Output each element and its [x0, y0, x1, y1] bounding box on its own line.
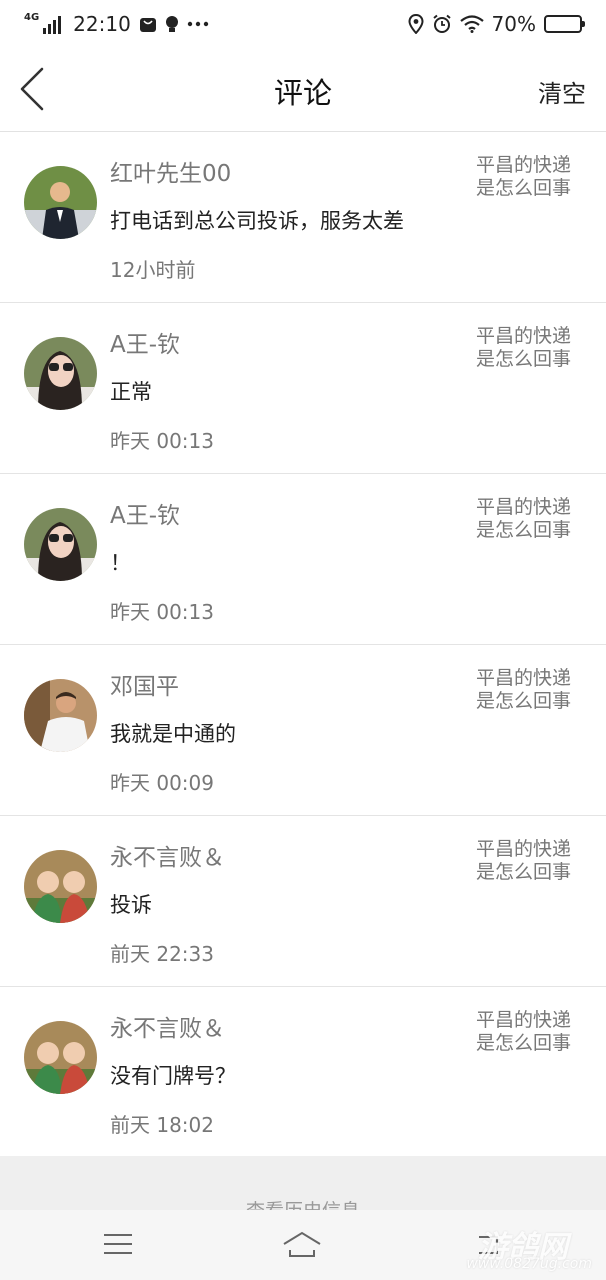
comment-list: 红叶先生00 打电话到总公司投诉，服务太差 12小时前 平昌的快递 是怎么回事 A… — [0, 132, 606, 1158]
post-title-line: 平昌的快递 — [476, 667, 572, 689]
home-icon — [283, 1231, 321, 1257]
comment-author[interactable]: 邓国平 — [110, 667, 179, 701]
more-dots-icon — [187, 21, 209, 27]
post-title[interactable]: 平昌的快递 是怎么回事 — [476, 496, 578, 542]
comment-text: 正常 — [110, 380, 152, 404]
avatar[interactable] — [24, 508, 97, 581]
comment-text: 没有门牌号？ — [110, 1064, 236, 1088]
post-title[interactable]: 平昌的快递 是怎么回事 — [476, 325, 578, 371]
network-type: 4G — [24, 12, 40, 23]
nav-menu-button[interactable] — [98, 1228, 138, 1260]
watermark-url: www.0827ug.com — [466, 1256, 592, 1272]
post-title-line: 平昌的快递 — [476, 154, 572, 176]
comment-item[interactable]: 红叶先生00 打电话到总公司投诉，服务太差 12小时前 平昌的快递 是怎么回事 — [0, 132, 606, 303]
page-title: 评论 — [273, 76, 332, 110]
comment-author[interactable]: 红叶先生00 — [110, 154, 231, 188]
battery-percent: 70% — [491, 12, 536, 36]
menu-icon — [104, 1234, 132, 1254]
location-icon — [408, 14, 424, 34]
post-title[interactable]: 平昌的快递 是怎么回事 — [476, 838, 578, 884]
wifi-icon — [459, 15, 484, 33]
comment-time: 昨天 00:09 — [110, 771, 214, 795]
comment-time: 12小时前 — [110, 258, 196, 282]
bulb-icon — [165, 15, 179, 33]
post-title-line: 是怎么回事 — [476, 1032, 572, 1054]
status-right: 70% — [408, 12, 585, 36]
status-left: 4G 22:10 — [24, 12, 209, 36]
nav-home-button[interactable] — [282, 1228, 322, 1260]
signal-icon — [43, 14, 62, 34]
avatar[interactable] — [24, 679, 97, 752]
post-title-line: 是怎么回事 — [476, 519, 572, 541]
comment-author[interactable]: 永不言败＆ — [110, 1009, 225, 1043]
comment-item[interactable]: A王-钦 ！ 昨天 00:13 平昌的快递 是怎么回事 — [0, 474, 606, 645]
post-title-line: 是怎么回事 — [476, 177, 572, 199]
view-history-label: 查看历史信息 — [0, 1196, 606, 1210]
comment-item[interactable]: 邓国平 我就是中通的 昨天 00:09 平昌的快递 是怎么回事 — [0, 645, 606, 816]
post-title-line: 是怎么回事 — [476, 861, 572, 883]
bag-icon — [139, 15, 157, 33]
comment-item[interactable]: 永不言败＆ 投诉 前天 22:33 平昌的快递 是怎么回事 — [0, 816, 606, 987]
avatar[interactable] — [24, 337, 97, 410]
comment-item[interactable]: 永不言败＆ 没有门牌号？ 前天 18:02 平昌的快递 是怎么回事 — [0, 987, 606, 1158]
comment-time: 前天 18:02 — [110, 1113, 214, 1137]
battery-icon — [544, 15, 585, 33]
post-title[interactable]: 平昌的快递 是怎么回事 — [476, 667, 578, 713]
post-title[interactable]: 平昌的快递 是怎么回事 — [476, 1009, 578, 1055]
comment-text: 投诉 — [110, 893, 152, 917]
comment-time: 昨天 00:13 — [110, 600, 214, 624]
comment-item[interactable]: A王-钦 正常 昨天 00:13 平昌的快递 是怎么回事 — [0, 303, 606, 474]
comment-author[interactable]: A王-钦 — [110, 325, 180, 359]
comment-time: 前天 22:33 — [110, 942, 214, 966]
post-title[interactable]: 平昌的快递 是怎么回事 — [476, 154, 578, 200]
comment-text: 打电话到总公司投诉，服务太差 — [110, 209, 404, 233]
comment-text: 我就是中通的 — [110, 722, 236, 746]
post-title-line: 平昌的快递 — [476, 1009, 572, 1031]
alarm-icon — [432, 14, 452, 34]
comment-author[interactable]: 永不言败＆ — [110, 838, 225, 872]
status-time: 22:10 — [73, 12, 131, 36]
header: 评论 清空 — [0, 48, 606, 132]
comment-author[interactable]: A王-钦 — [110, 496, 180, 530]
avatar[interactable] — [24, 166, 97, 239]
view-history-button[interactable]: 查看历史信息 — [0, 1156, 606, 1210]
post-title-line: 平昌的快递 — [476, 838, 572, 860]
comment-time: 昨天 00:13 — [110, 429, 214, 453]
comment-text: ！ — [110, 551, 131, 575]
post-title-line: 是怎么回事 — [476, 690, 572, 712]
status-bar: 4G 22:10 70% — [0, 0, 606, 48]
post-title-line: 平昌的快递 — [476, 325, 572, 347]
avatar[interactable] — [24, 850, 97, 923]
post-title-line: 平昌的快递 — [476, 496, 572, 518]
avatar[interactable] — [24, 1021, 97, 1094]
clear-button[interactable]: 清空 — [538, 74, 586, 109]
post-title-line: 是怎么回事 — [476, 348, 572, 370]
